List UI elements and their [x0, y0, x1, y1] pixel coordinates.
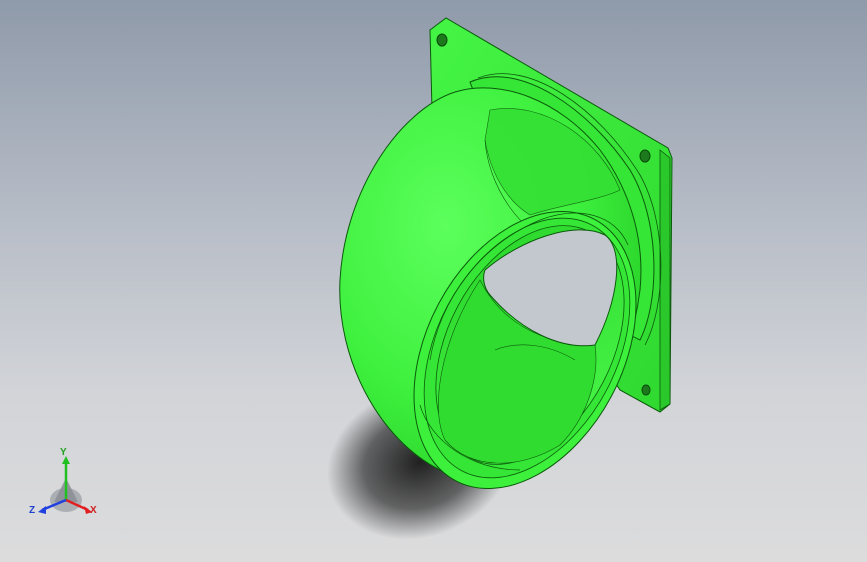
- axis-triad: Y X Z: [26, 448, 106, 522]
- graphics-viewport[interactable]: Y X Z: [0, 0, 867, 562]
- y-axis-label: Y: [60, 447, 67, 458]
- flange-edge: [659, 149, 671, 411]
- bolt-hole-top-right: [639, 149, 651, 163]
- bolt-hole-bottom-right: [641, 384, 651, 396]
- z-axis-label: Z: [29, 505, 36, 516]
- z-axis-arrow-icon: [38, 506, 46, 514]
- bolt-hole-top-left: [436, 33, 448, 47]
- x-axis-label: X: [90, 505, 97, 516]
- part-model[interactable]: [0, 0, 867, 562]
